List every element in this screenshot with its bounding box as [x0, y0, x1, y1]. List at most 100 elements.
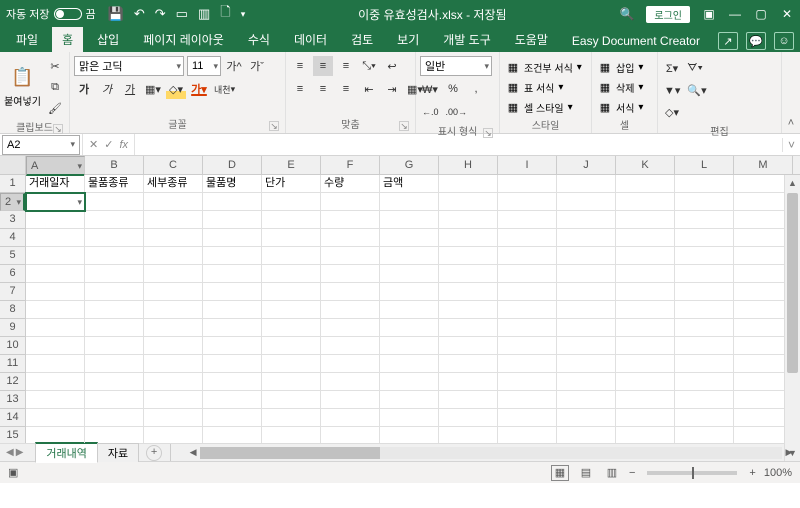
- horizontal-scrollbar[interactable]: ◀ ▶: [186, 446, 796, 460]
- expand-formula-icon[interactable]: ˅: [782, 138, 800, 152]
- vertical-scrollbar[interactable]: ▲ ▼: [784, 175, 800, 461]
- cell[interactable]: [262, 211, 321, 229]
- row-header[interactable]: 14: [0, 409, 25, 427]
- tab-developer[interactable]: 개발 도구: [433, 27, 501, 52]
- cell[interactable]: [262, 319, 321, 337]
- row-header[interactable]: 13: [0, 391, 25, 409]
- row-header[interactable]: 10: [0, 337, 25, 355]
- cell[interactable]: [616, 301, 675, 319]
- sheet-nav-prev-icon[interactable]: ◀: [6, 447, 14, 458]
- cell[interactable]: 거래일자: [26, 175, 85, 193]
- tab-home[interactable]: 홈: [52, 27, 83, 52]
- cell[interactable]: [498, 175, 557, 193]
- cell[interactable]: 세부종류: [144, 175, 203, 193]
- cell[interactable]: [380, 211, 439, 229]
- cell[interactable]: [380, 391, 439, 409]
- cell[interactable]: [498, 301, 557, 319]
- dialog-launcher-icon[interactable]: ↘: [399, 121, 409, 131]
- minimize-icon[interactable]: —: [728, 7, 742, 21]
- indent-inc-icon[interactable]: ⇥: [382, 79, 402, 99]
- cell[interactable]: [26, 337, 85, 355]
- cell[interactable]: [557, 193, 616, 211]
- cell[interactable]: [262, 301, 321, 319]
- row-header[interactable]: 11: [0, 355, 25, 373]
- cell[interactable]: [203, 319, 262, 337]
- cell[interactable]: [498, 337, 557, 355]
- select-all-corner[interactable]: [0, 156, 26, 174]
- cell[interactable]: [262, 283, 321, 301]
- cell[interactable]: [85, 193, 144, 211]
- column-header[interactable]: H: [439, 156, 498, 174]
- column-header[interactable]: A: [26, 156, 85, 176]
- dialog-launcher-icon[interactable]: ↘: [269, 121, 279, 131]
- cell[interactable]: [675, 409, 734, 427]
- cells-area[interactable]: 거래일자물품종류세부종류물품명단가수량금액: [26, 175, 800, 443]
- increase-decimal-icon[interactable]: ←.0: [420, 102, 441, 122]
- cell[interactable]: [498, 391, 557, 409]
- column-header[interactable]: E: [262, 156, 321, 174]
- underline-button[interactable]: 가: [120, 79, 140, 99]
- cell[interactable]: [85, 427, 144, 443]
- row-header[interactable]: 2: [0, 193, 25, 211]
- cell[interactable]: [26, 211, 85, 229]
- find-icon[interactable]: 🔍▾: [685, 80, 708, 100]
- cell[interactable]: [26, 247, 85, 265]
- cell[interactable]: [203, 373, 262, 391]
- cell[interactable]: [26, 301, 85, 319]
- cell[interactable]: [380, 247, 439, 265]
- cell[interactable]: [321, 373, 380, 391]
- cell[interactable]: [144, 301, 203, 319]
- cell[interactable]: [85, 211, 144, 229]
- cell[interactable]: [321, 247, 380, 265]
- cell[interactable]: 물품명: [203, 175, 262, 193]
- cell[interactable]: 단가: [262, 175, 321, 193]
- cell[interactable]: [675, 283, 734, 301]
- cell[interactable]: [262, 373, 321, 391]
- row-header[interactable]: 6: [0, 265, 25, 283]
- cell[interactable]: [144, 283, 203, 301]
- cell[interactable]: [439, 373, 498, 391]
- column-header[interactable]: G: [380, 156, 439, 174]
- cell[interactable]: [616, 211, 675, 229]
- cell[interactable]: [262, 391, 321, 409]
- cell[interactable]: [498, 283, 557, 301]
- cell[interactable]: [85, 247, 144, 265]
- font-color-icon[interactable]: 가▾: [189, 79, 209, 99]
- cell[interactable]: [144, 211, 203, 229]
- cell[interactable]: [439, 427, 498, 443]
- tab-edc[interactable]: Easy Document Creator: [562, 30, 710, 52]
- cell[interactable]: [675, 193, 734, 211]
- cell[interactable]: [85, 409, 144, 427]
- cell[interactable]: [203, 265, 262, 283]
- cell[interactable]: [203, 229, 262, 247]
- cell[interactable]: [203, 355, 262, 373]
- cell[interactable]: [203, 193, 262, 211]
- cell[interactable]: [144, 409, 203, 427]
- format-painter-icon[interactable]: 🖌: [45, 98, 65, 118]
- cell[interactable]: [557, 427, 616, 443]
- zoom-level[interactable]: 100%: [764, 467, 792, 479]
- cell[interactable]: [498, 355, 557, 373]
- font-name-select[interactable]: 맑은 고딕: [74, 56, 184, 76]
- column-header[interactable]: L: [675, 156, 734, 174]
- undo-icon[interactable]: ↶: [134, 6, 145, 22]
- cell[interactable]: [380, 409, 439, 427]
- accounting-icon[interactable]: ₩▾: [420, 79, 440, 99]
- cell[interactable]: [675, 391, 734, 409]
- cell[interactable]: [262, 427, 321, 443]
- tab-help[interactable]: 도움말: [505, 27, 558, 52]
- cell[interactable]: [439, 337, 498, 355]
- maximize-icon[interactable]: ▢: [754, 7, 768, 21]
- fx-icon[interactable]: fx: [119, 139, 128, 151]
- cell[interactable]: [321, 283, 380, 301]
- row-header[interactable]: 8: [0, 301, 25, 319]
- row-header[interactable]: 7: [0, 283, 25, 301]
- qat-icon[interactable]: ▥: [198, 6, 210, 22]
- cell[interactable]: [85, 283, 144, 301]
- cell[interactable]: [321, 427, 380, 443]
- cell[interactable]: [616, 193, 675, 211]
- cell[interactable]: [498, 229, 557, 247]
- cell[interactable]: [321, 193, 380, 211]
- cell[interactable]: [498, 427, 557, 443]
- row-header[interactable]: 12: [0, 373, 25, 391]
